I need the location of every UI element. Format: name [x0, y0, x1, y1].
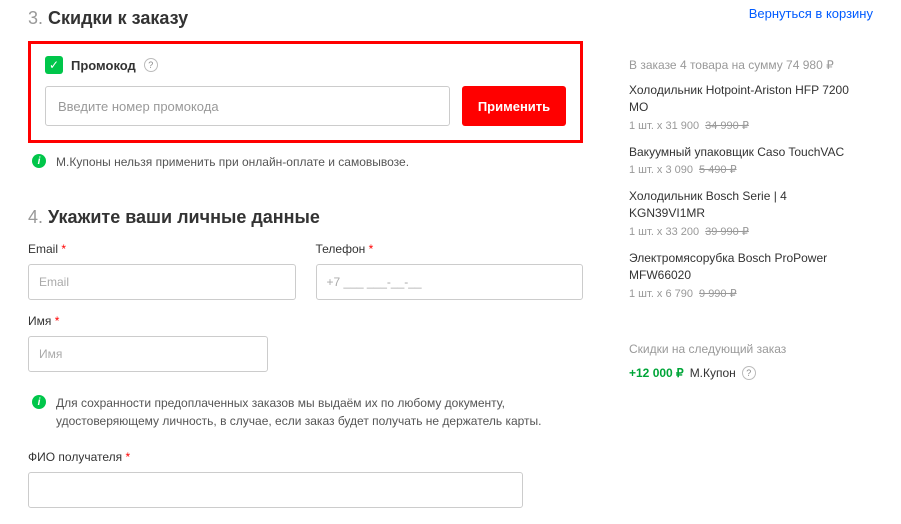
- apply-promo-button[interactable]: Применить: [462, 86, 566, 126]
- phone-label: Телефон *: [316, 242, 584, 256]
- prepaid-order-info: i Для сохранности предоплаченных заказов…: [32, 394, 572, 430]
- email-field[interactable]: [28, 264, 296, 300]
- info-icon: i: [32, 154, 46, 168]
- promo-label: Промокод: [71, 58, 136, 73]
- promo-code-box: ✓ Промокод ? Применить: [28, 41, 583, 143]
- section-discounts-title: 3. Скидки к заказу: [28, 8, 583, 29]
- info-icon: i: [32, 395, 46, 409]
- help-icon[interactable]: ?: [144, 58, 158, 72]
- coupon-restriction-info: i М.Купоны нельзя применить при онлайн-о…: [32, 153, 583, 171]
- order-item: Вакуумный упаковщик Caso TouchVAC 1 шт. …: [629, 144, 857, 177]
- checkmark-icon: ✓: [45, 56, 63, 74]
- back-to-cart-link[interactable]: Вернуться в корзину: [749, 6, 873, 21]
- name-field[interactable]: [28, 336, 268, 372]
- fio-label: ФИО получателя *: [28, 450, 523, 464]
- phone-field[interactable]: [316, 264, 584, 300]
- fio-field[interactable]: [28, 472, 523, 508]
- section-personal-title: 4. Укажите ваши личные данные: [28, 207, 583, 228]
- next-order-discount-label: Скидки на следующий заказ: [629, 342, 857, 356]
- promo-code-input[interactable]: [45, 86, 450, 126]
- order-item: Электромясорубка Bosch ProPower MFW66020…: [629, 250, 857, 300]
- coupon-amount: +12 000 ₽: [629, 366, 684, 380]
- order-item: Холодильник Hotpoint-Ariston HFP 7200 MO…: [629, 82, 857, 132]
- help-icon[interactable]: ?: [742, 366, 756, 380]
- name-label: Имя *: [28, 314, 268, 328]
- coupon-row: +12 000 ₽ М.Купон ?: [629, 366, 857, 380]
- order-summary-box: В заказе 4 товара на сумму 74 980 ₽ Холо…: [613, 44, 873, 394]
- email-label: Email *: [28, 242, 296, 256]
- order-summary-text: В заказе 4 товара на сумму 74 980 ₽: [629, 58, 857, 72]
- order-item: Холодильник Bosch Serie | 4 KGN39VI1MR 1…: [629, 188, 857, 238]
